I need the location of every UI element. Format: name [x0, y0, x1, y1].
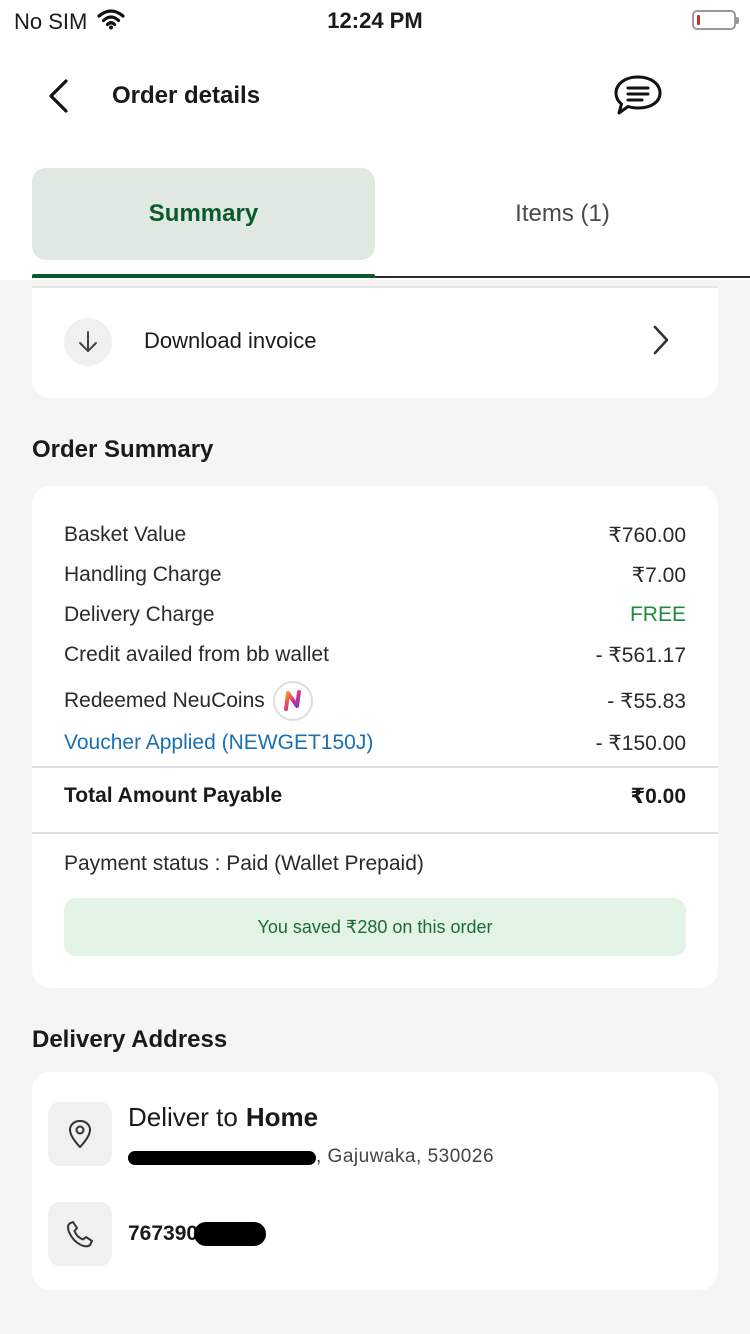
- delivery-charge-label: Delivery Charge: [64, 603, 215, 626]
- location-pin-icon: [69, 1120, 91, 1148]
- phone-text: 767390: [128, 1222, 199, 1245]
- delivery-address-title: Delivery Address: [32, 1026, 228, 1053]
- handling-charge-label: Handling Charge: [64, 563, 222, 586]
- deliver-to-prefix: Deliver to: [128, 1102, 238, 1132]
- status-time: 12:24 PM: [327, 8, 423, 33]
- deliver-to-name: Home: [245, 1102, 319, 1132]
- order-summary-title: Order Summary: [32, 436, 214, 463]
- summary-row-voucher[interactable]: Voucher Applied (NEWGET150J) - ₹150.00: [64, 728, 686, 758]
- redacted-phone: [194, 1222, 267, 1246]
- wallet-credit-label: Credit availed from bb wallet: [64, 643, 329, 666]
- handling-charge-amount: ₹7.00: [631, 563, 686, 587]
- tab-summary[interactable]: Summary: [32, 168, 375, 260]
- total-amount-row: Total Amount Payable ₹0.00: [64, 784, 686, 809]
- summary-row-handling-charge: Handling Charge ₹7.00: [64, 560, 686, 590]
- delivery-address-card: Deliver to Home , Gajuwaka, 530026 767390: [32, 1072, 718, 1290]
- chat-support-button[interactable]: [608, 70, 668, 122]
- savings-banner: You saved ₹280 on this order: [64, 898, 686, 956]
- tab-items[interactable]: Items (1): [375, 168, 750, 260]
- delivery-charge-amount: FREE: [629, 603, 686, 626]
- battery-icon: [692, 10, 739, 30]
- voucher-amount: - ₹150.00: [595, 731, 686, 755]
- page-title: Order details: [112, 82, 261, 109]
- summary-row-basket-value: Basket Value ₹760.00: [64, 520, 686, 550]
- chevron-right-icon: [653, 325, 669, 355]
- active-tab-indicator: [32, 274, 375, 278]
- neucoins-amount: - ₹55.83: [607, 689, 686, 713]
- phone-number: 767390: [128, 1222, 267, 1246]
- total-amount-value: ₹0.00: [630, 785, 686, 808]
- deliver-to-line: Deliver to Home: [128, 1102, 318, 1133]
- download-invoice-label: Download invoice: [144, 328, 317, 353]
- total-amount-label: Total Amount Payable: [64, 784, 283, 807]
- neucoin-icon: [272, 681, 313, 721]
- basket-value-label: Basket Value: [64, 523, 187, 546]
- address-text: , Gajuwaka, 530026: [316, 1146, 495, 1167]
- card-divider: [32, 286, 718, 288]
- payment-status: Payment status : Paid (Wallet Prepaid): [64, 852, 424, 875]
- total-divider-bottom: [32, 832, 718, 834]
- arrow-down-icon: [79, 331, 97, 352]
- phone-icon: [67, 1221, 93, 1248]
- redacted-address: [128, 1151, 316, 1165]
- download-invoice-row[interactable]: Download invoice: [32, 286, 718, 398]
- back-button[interactable]: [36, 72, 80, 120]
- download-icon-container: [64, 318, 112, 366]
- summary-row-delivery-charge: Delivery Charge FREE: [64, 600, 686, 630]
- phone-icon-container: [48, 1202, 112, 1266]
- total-divider-top: [32, 766, 718, 768]
- wallet-credit-amount: - ₹561.17: [595, 643, 686, 667]
- basket-value-amount: ₹760.00: [608, 523, 686, 547]
- order-summary-card: Basket Value ₹760.00 Handling Charge ₹7.…: [32, 486, 718, 988]
- neucoins-label: Redeemed NeuCoins: [64, 689, 265, 712]
- location-icon-container: [48, 1102, 112, 1166]
- summary-row-wallet-credit: Credit availed from bb wallet - ₹561.17: [64, 640, 686, 670]
- chat-bubble-icon: [614, 75, 662, 115]
- chevron-left-icon: [49, 79, 68, 113]
- address-line: , Gajuwaka, 530026: [128, 1146, 494, 1168]
- voucher-applied-link[interactable]: Voucher Applied (NEWGET150J): [64, 731, 373, 755]
- summary-row-neucoins: Redeemed NeuCoins - ₹55.83: [64, 680, 686, 722]
